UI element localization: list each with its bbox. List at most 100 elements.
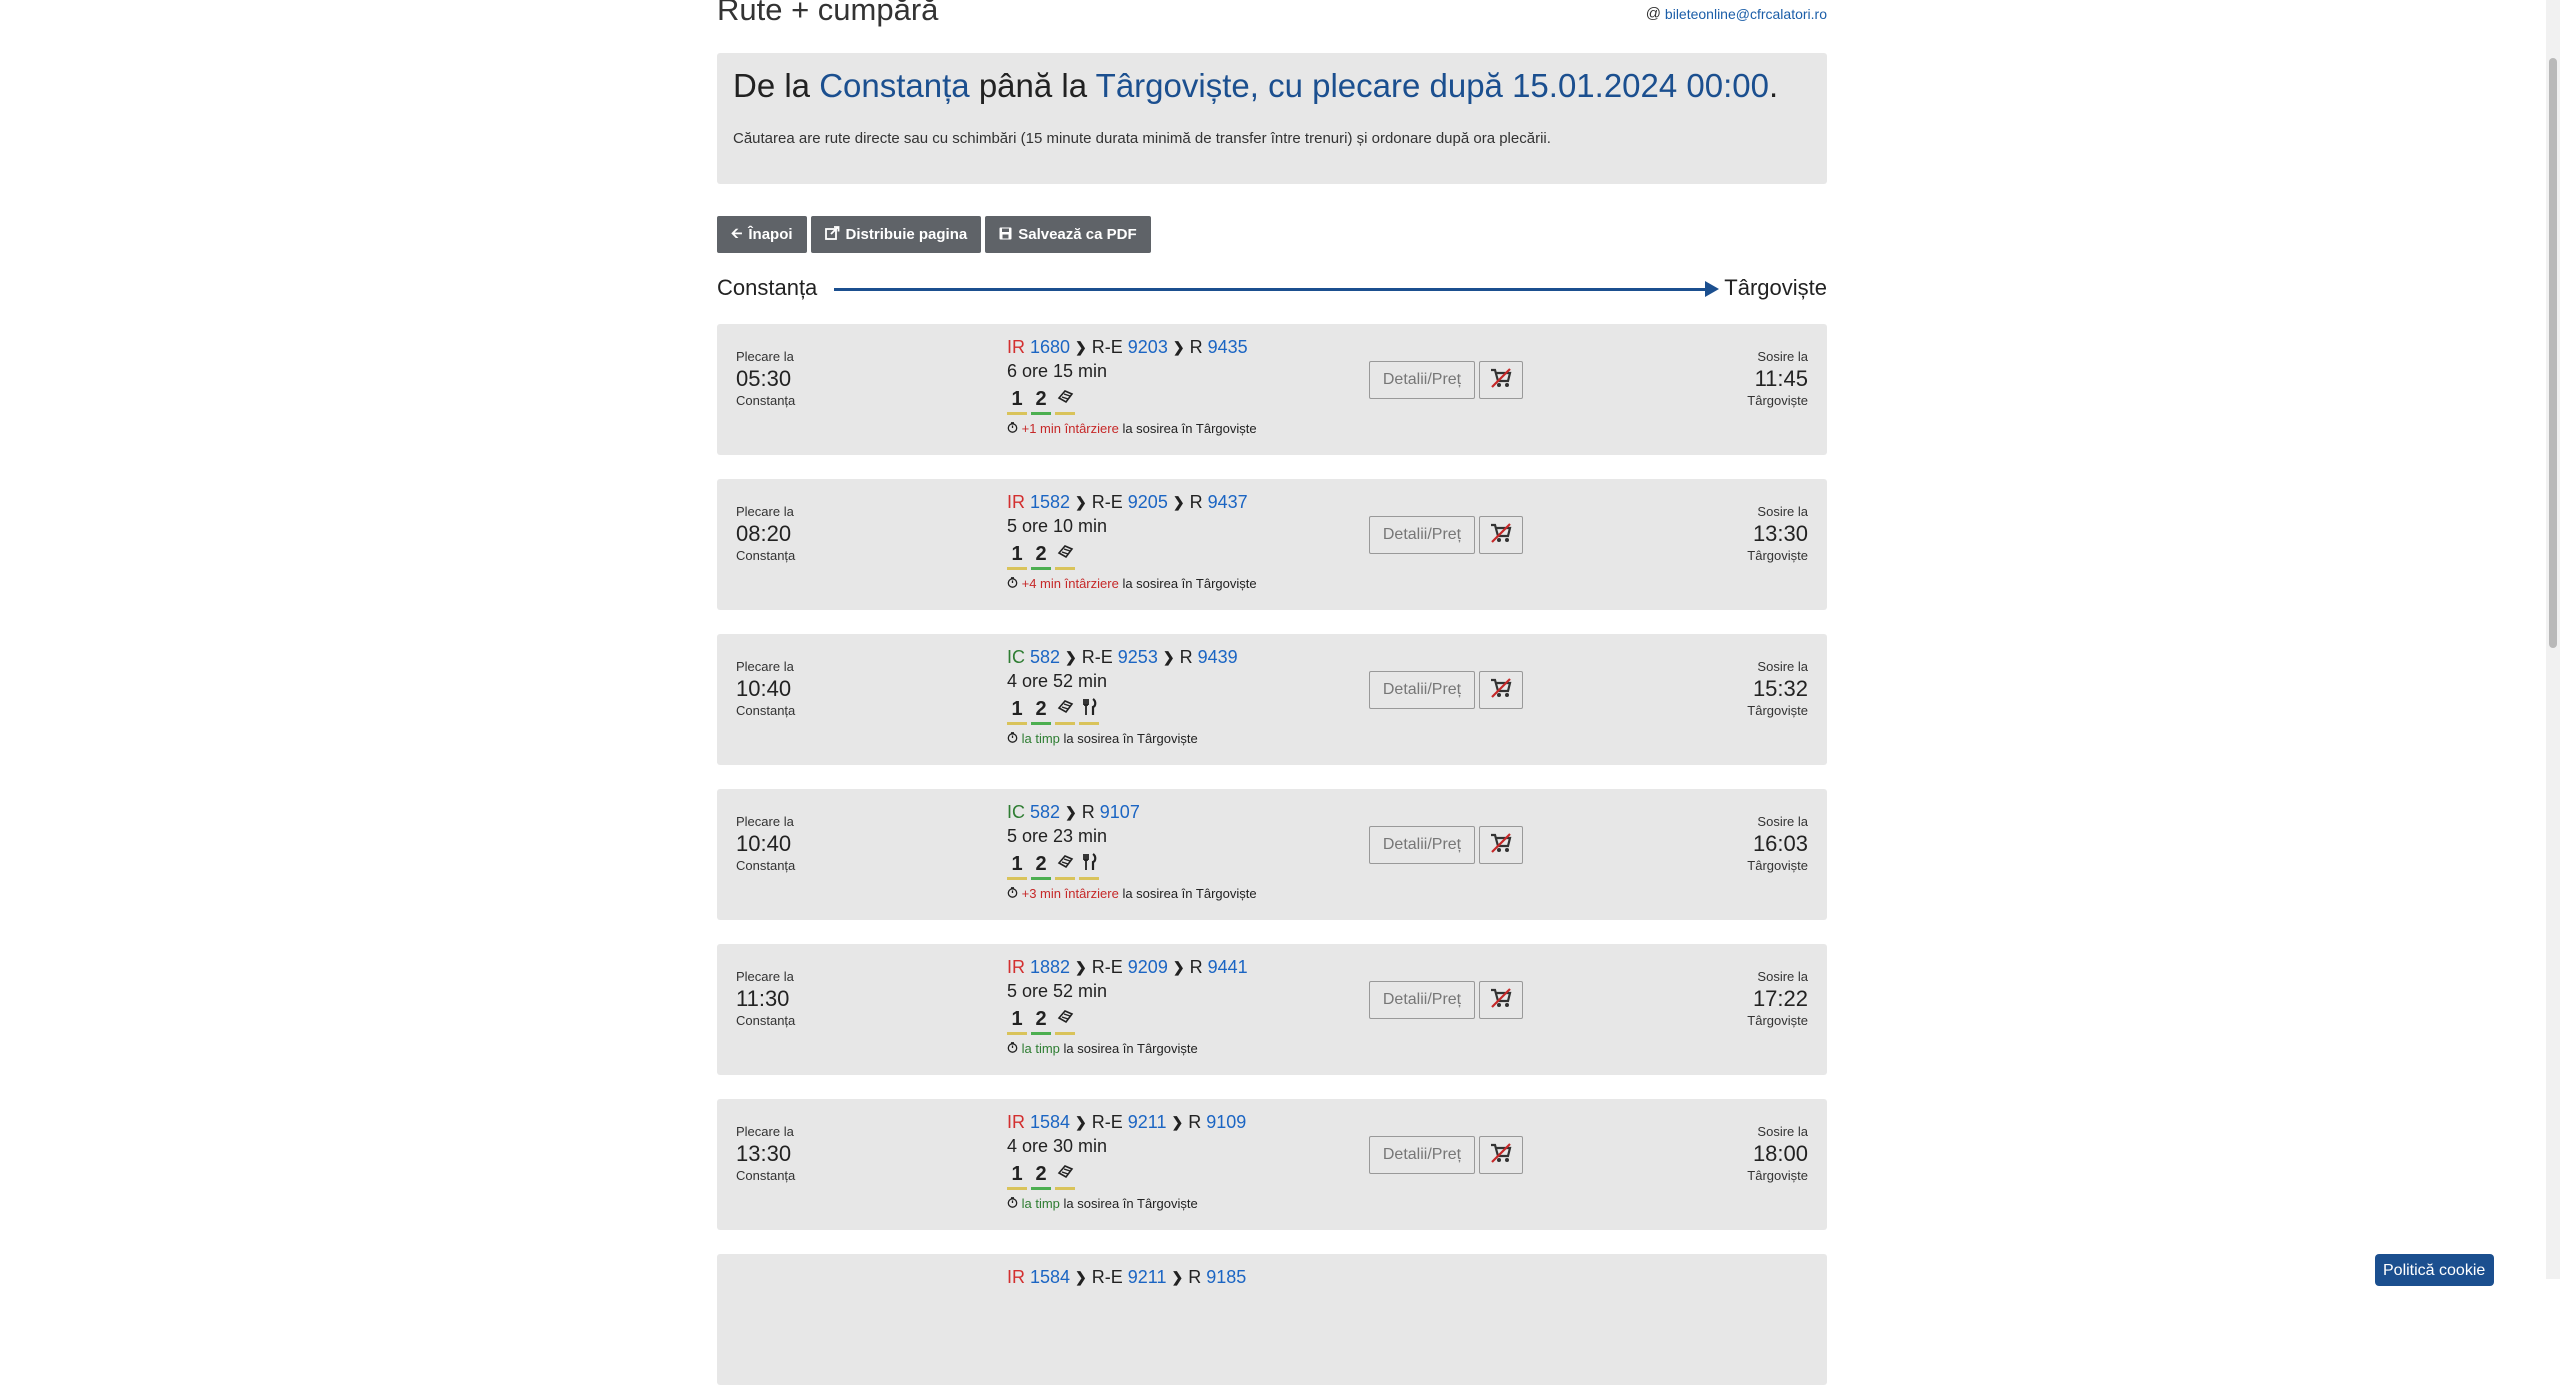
train-number-link[interactable]: 582	[1030, 647, 1060, 668]
route-arrow-icon	[1705, 281, 1719, 297]
details-price-button[interactable]: Detalii/Preț	[1369, 671, 1475, 709]
journey-duration: 5 ore 23 min	[1007, 826, 1108, 846]
heading-origin[interactable]: Constanța	[819, 67, 969, 104]
search-summary-heading: De la Constanța până la Târgoviște, cu p…	[733, 67, 1778, 105]
train-number-link[interactable]: 9211	[1128, 1267, 1167, 1288]
chevron-right-icon: ❯	[1075, 1114, 1087, 1130]
cart-disabled-icon	[1489, 677, 1513, 704]
train-category: IR	[1007, 1267, 1025, 1287]
seat-reservation-icon	[1055, 1163, 1075, 1190]
train-number-link[interactable]: 9109	[1206, 1112, 1246, 1133]
train-number-link[interactable]: 582	[1030, 802, 1060, 823]
route-destination: Târgoviște	[1724, 275, 1827, 300]
train-number-link[interactable]: 9203	[1128, 337, 1168, 358]
chevron-right-icon: ❯	[1171, 1114, 1184, 1130]
cart-disabled-icon	[1489, 832, 1513, 859]
departure-label: Plecare la	[736, 659, 794, 674]
train-number-link[interactable]: 9209	[1128, 957, 1168, 978]
back-button[interactable]: 🡨 Înapoi	[717, 216, 807, 253]
journey-duration: 4 ore 52 min	[1007, 671, 1108, 691]
departure-time: 10:40	[736, 676, 792, 701]
train-number-link[interactable]: 9253	[1118, 647, 1158, 668]
train-sequence: IC 582 ❯ R 9107	[1007, 802, 1257, 823]
at-icon: @	[1645, 5, 1661, 22]
details-price-button[interactable]: Detalii/Preț	[1369, 516, 1475, 554]
train-category: IC	[1007, 802, 1025, 822]
journey-card[interactable]: Plecare la 10:40 Constanța IC 582 ❯ R-E 9253 ❯ R 9…	[717, 634, 1827, 765]
train-number-link[interactable]: 9185	[1206, 1267, 1246, 1288]
train-number-link[interactable]: 9205	[1128, 492, 1168, 513]
buy-disabled-button[interactable]	[1479, 981, 1523, 1019]
heading-dot: .	[1769, 67, 1779, 104]
arrival-status: +3 min întârziere la sosirea în Târgoviș…	[1007, 886, 1257, 901]
train-number-link[interactable]: 1882	[1030, 957, 1070, 978]
share-button[interactable]: Distribuie pagina	[810, 216, 982, 253]
buy-disabled-button[interactable]	[1479, 671, 1523, 709]
arrival-label: Sosire la	[1757, 349, 1808, 364]
train-number-link[interactable]: 1582	[1030, 492, 1070, 513]
journey-features: 12	[1007, 853, 1257, 880]
delay-value: +1 min întârziere	[1021, 421, 1119, 436]
train-category: R-E	[1091, 1112, 1123, 1132]
contact-email-link[interactable]: bileteonline@cfrcalatori.ro	[1665, 6, 1827, 22]
arrival-time: 15:32	[1752, 676, 1808, 701]
train-number-link[interactable]: 9441	[1208, 957, 1248, 978]
chevron-right-icon: ❯	[1172, 959, 1185, 975]
train-category: IR	[1007, 957, 1025, 977]
contact-email[interactable]: @ bileteonline@cfrcalatori.ro	[1646, 5, 1827, 22]
heading-date[interactable]: , cu plecare după 15.01.2024 00:00	[1250, 67, 1769, 104]
back-button-label: Înapoi	[748, 226, 793, 243]
train-number-link[interactable]: 1680	[1030, 337, 1070, 358]
arrow-left-icon: 🡨	[731, 224, 743, 241]
train-category: IR	[1007, 337, 1025, 357]
page-title: Rute + cumpără	[717, 0, 939, 27]
details-price-button[interactable]: Detalii/Preț	[1369, 1136, 1475, 1174]
train-category: R	[1179, 647, 1193, 667]
scrollbar-thumb[interactable]	[2549, 58, 2557, 648]
page-scrollbar[interactable]	[2546, 0, 2560, 1279]
chevron-right-icon: ❯	[1065, 804, 1077, 820]
train-number-link[interactable]: 9439	[1198, 647, 1238, 668]
save-pdf-button[interactable]: Salvează ca PDF	[985, 216, 1151, 253]
train-number-link[interactable]: 9211	[1128, 1112, 1167, 1133]
train-number-link[interactable]: 1584	[1030, 1267, 1070, 1288]
train-number-link[interactable]: 1584	[1030, 1112, 1070, 1133]
stopwatch-icon	[1007, 886, 1018, 901]
train-category: R-E	[1091, 957, 1123, 977]
buy-disabled-button[interactable]	[1479, 516, 1523, 554]
second-class-icon: 2	[1031, 1008, 1051, 1035]
journey-actions: Detalii/Preț	[1369, 1136, 1523, 1174]
train-category: R-E	[1091, 1267, 1123, 1287]
train-category: R	[1189, 337, 1203, 357]
details-price-button[interactable]: Detalii/Preț	[1369, 981, 1475, 1019]
journey-card[interactable]: Plecare la 05:30 Constanța IR 1680 ❯ R-E 9203 ❯ R…	[717, 324, 1827, 455]
stopwatch-icon	[1007, 1196, 1018, 1211]
departure-time: 11:30	[736, 986, 790, 1011]
cookie-policy-button[interactable]: Politică cookie	[2375, 1254, 2494, 1286]
details-price-button[interactable]: Detalii/Preț	[1369, 361, 1475, 399]
journey-details: IR 1582 ❯ R-E 9205 ❯ R 9437 5 ore 10 min 1 2 +4 mi…	[1007, 492, 1257, 591]
arrival-status: +1 min întârziere la sosirea în Târgoviș…	[1007, 421, 1257, 436]
journey-card[interactable]: IR 1584 ❯ R-E 9211 ❯ R 9185	[717, 1254, 1827, 1385]
train-number-link[interactable]: 9107	[1100, 802, 1140, 823]
buy-disabled-button[interactable]	[1479, 361, 1523, 399]
buy-disabled-button[interactable]	[1479, 1136, 1523, 1174]
train-number-link[interactable]: 9437	[1208, 492, 1248, 513]
journey-card[interactable]: Plecare la 11:30 Constanța IR 1882 ❯ R-E 9209 ❯ R…	[717, 944, 1827, 1075]
buy-disabled-button[interactable]	[1479, 826, 1523, 864]
journey-card[interactable]: Plecare la 08:20 Constanța IR 1582 ❯ R-E 9205 ❯ R…	[717, 479, 1827, 610]
train-number-link[interactable]: 9435	[1208, 337, 1248, 358]
journey-card[interactable]: Plecare la 10:40 Constanța IC 582 ❯ R 9107 5 ore…	[717, 789, 1827, 920]
journey-duration: 5 ore 52 min	[1007, 981, 1108, 1001]
journey-card[interactable]: Plecare la 13:30 Constanța IR 1584 ❯ R-E 9211 ❯ R…	[717, 1099, 1827, 1230]
heading-destination[interactable]: Târgoviște	[1096, 67, 1250, 104]
departure-block: Plecare la 05:30 Constanța	[736, 349, 795, 408]
journey-duration: 4 ore 30 min	[1007, 1136, 1108, 1156]
share-icon	[824, 226, 840, 243]
journey-actions: Detalii/Preț	[1369, 361, 1523, 399]
train-sequence: IR 1882 ❯ R-E 9209 ❯ R 9441	[1007, 957, 1248, 978]
departure-station: Constanța	[736, 1168, 796, 1183]
train-category: R-E	[1091, 337, 1123, 357]
details-price-button[interactable]: Detalii/Preț	[1369, 826, 1475, 864]
departure-block: Plecare la 11:30 Constanța	[736, 969, 795, 1028]
